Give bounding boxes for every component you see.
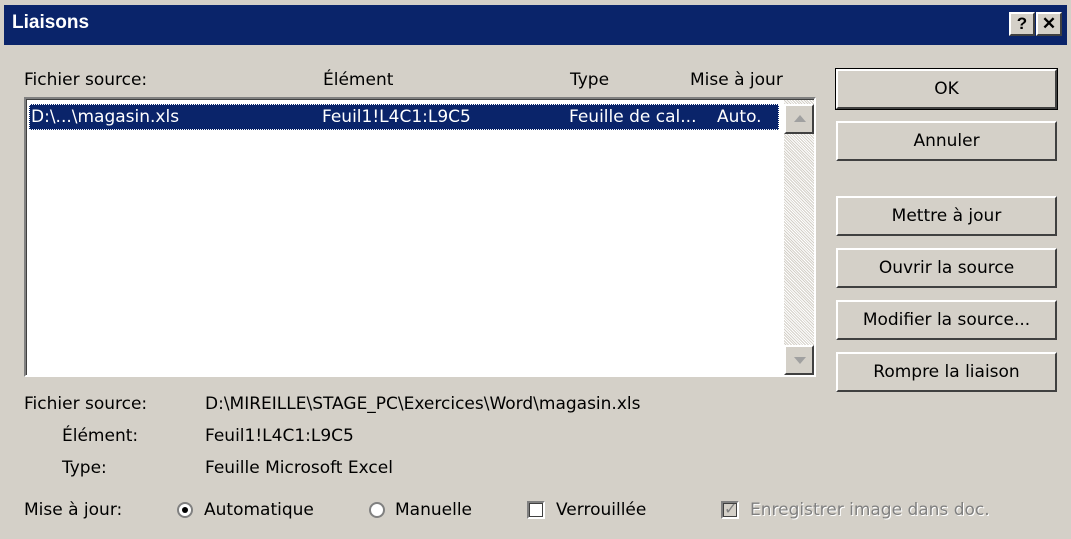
- link-element: Feuil1!L4C1:L9C5: [322, 107, 471, 127]
- close-button[interactable]: ✕: [1036, 12, 1062, 36]
- arrow-up-icon: [794, 115, 806, 122]
- detail-source-value: D:\MIREILLE\STAGE_PC\Exercices\Word\maga…: [205, 394, 641, 414]
- link-source: D:\...\magasin.xls: [31, 107, 180, 127]
- column-header-type: Type: [570, 70, 610, 90]
- update-mode-label: Mise à jour:: [24, 500, 123, 520]
- detail-element-label: Élément:: [62, 426, 139, 446]
- save-picture-label: Enregistrer image dans doc.: [750, 500, 990, 520]
- save-picture-checkbox: ✓: [721, 499, 739, 519]
- link-update: Auto.: [717, 107, 762, 127]
- automatic-radio-label[interactable]: Automatique: [204, 500, 314, 520]
- link-type: Feuille de cal...: [569, 107, 697, 127]
- dialog-title: Liaisons: [12, 12, 90, 33]
- cancel-button[interactable]: Annuler: [836, 121, 1057, 161]
- manual-radio[interactable]: [369, 502, 385, 518]
- ok-button[interactable]: OK: [835, 68, 1058, 110]
- detail-source-label: Fichier source:: [24, 394, 148, 414]
- detail-type-label: Type:: [62, 458, 107, 478]
- manual-radio-label[interactable]: Manuelle: [395, 500, 472, 520]
- scroll-down-button[interactable]: [784, 345, 814, 375]
- vertical-scrollbar[interactable]: [784, 100, 814, 375]
- links-list[interactable]: D:\...\magasin.xls Feuil1!L4C1:L9C5 Feui…: [24, 97, 816, 377]
- locked-checkbox-label[interactable]: Verrouillée: [556, 500, 646, 520]
- title-bar: Liaisons ? ✕: [4, 5, 1067, 45]
- help-button[interactable]: ?: [1009, 12, 1035, 36]
- automatic-radio[interactable]: [177, 502, 193, 518]
- open-source-button[interactable]: Ouvrir la source: [836, 248, 1057, 288]
- column-header-source: Fichier source:: [24, 70, 148, 90]
- links-dialog: Liaisons ? ✕ Fichier source: Élément Typ…: [0, 0, 1071, 539]
- locked-checkbox[interactable]: [527, 501, 545, 519]
- update-now-button[interactable]: Mettre à jour: [836, 196, 1057, 236]
- detail-type-value: Feuille Microsoft Excel: [205, 458, 393, 478]
- scroll-up-button[interactable]: [784, 104, 814, 134]
- change-source-button[interactable]: Modifier la source...: [836, 300, 1057, 340]
- link-row[interactable]: D:\...\magasin.xls Feuil1!L4C1:L9C5 Feui…: [29, 104, 779, 130]
- arrow-down-icon: [794, 357, 806, 364]
- column-header-element: Élément: [323, 70, 394, 90]
- break-link-button[interactable]: Rompre la liaison: [836, 352, 1057, 392]
- checkmark-icon: ✓: [724, 499, 738, 518]
- column-header-update: Mise à jour: [690, 70, 783, 90]
- detail-element-value: Feuil1!L4C1:L9C5: [205, 426, 354, 446]
